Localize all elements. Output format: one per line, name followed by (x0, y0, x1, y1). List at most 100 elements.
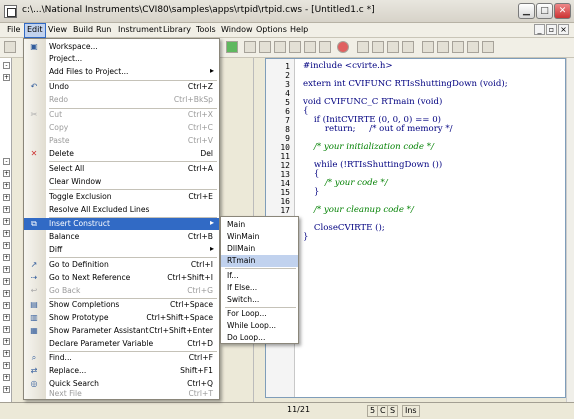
menu-item-insert-construct[interactable]: ⧉ Insert Construct ▸ (24, 218, 219, 230)
maximize-icon[interactable]: □ (536, 3, 553, 19)
toolbar-icon[interactable] (402, 41, 414, 53)
menu-item-replace[interactable]: ⇄ Replace... Shift+F1 (24, 365, 219, 377)
menu-build[interactable]: Build (73, 25, 93, 34)
submenu-item-dllmain[interactable]: DllMain (221, 243, 298, 255)
expand-icon[interactable]: + (3, 254, 10, 261)
minimize-icon[interactable]: ▁ (518, 3, 535, 19)
menu-item-copy[interactable]: Copy Ctrl+C (24, 122, 219, 134)
expand-icon[interactable]: + (3, 218, 10, 225)
expand-icon[interactable]: + (3, 290, 10, 297)
expand-icon[interactable]: + (3, 206, 10, 213)
mdi-close-icon[interactable]: × (558, 24, 569, 35)
mdi-minimize-icon[interactable]: _ (534, 24, 545, 35)
expand-icon[interactable]: + (3, 326, 10, 333)
toolbar-icon[interactable] (319, 41, 331, 53)
submenu-item-if-else[interactable]: If Else... (221, 282, 298, 294)
menu-item-toggle-exclusion[interactable]: Toggle Exclusion Ctrl+E (24, 191, 219, 203)
toolbar-icon[interactable] (482, 41, 494, 53)
expand-icon[interactable]: + (3, 278, 10, 285)
toolbar-icon[interactable] (467, 41, 479, 53)
submenu-item-do-loop[interactable]: Do Loop... (221, 332, 298, 344)
toolbar-icon[interactable] (289, 41, 301, 53)
menu-item-workspace[interactable]: ▣ Workspace... (24, 41, 219, 53)
expand-icon[interactable]: + (3, 182, 10, 189)
submenu-item-while-loop[interactable]: While Loop... (221, 320, 298, 332)
menu-item-select-all[interactable]: Select All Ctrl+A (24, 163, 219, 175)
menu-options[interactable]: Options (256, 25, 287, 34)
app-icon[interactable] (4, 5, 17, 18)
menu-item-go-to-next-reference[interactable]: ⇢ Go to Next Reference Ctrl+Shift+I (24, 272, 219, 284)
vertical-scrollbar[interactable] (566, 58, 574, 403)
expand-icon[interactable]: + (3, 362, 10, 369)
expand-icon[interactable]: + (3, 194, 10, 201)
stop-icon[interactable] (337, 41, 349, 53)
close-icon[interactable]: ✕ (554, 3, 571, 19)
submenu-item-switch[interactable]: Switch... (221, 294, 298, 306)
menu-item-balance[interactable]: Balance Ctrl+B (24, 231, 219, 243)
toolbar-icon[interactable] (387, 41, 399, 53)
menu-run[interactable]: Run (96, 25, 111, 34)
menu-item-parameter-assistant[interactable]: ▦ Show Parameter Assistant Ctrl+Shift+Ente… (24, 325, 219, 337)
line-number: 12 (280, 161, 290, 170)
expand-icon[interactable]: + (3, 242, 10, 249)
menu-item-cut[interactable]: ✂ Cut Ctrl+X (24, 109, 219, 121)
menu-item-go-to-definition[interactable]: ↗ Go to Definition Ctrl+I (24, 259, 219, 271)
menu-item-undo[interactable]: ↶ Undo Ctrl+Z (24, 81, 219, 93)
menu-file[interactable]: File (7, 25, 20, 34)
expand-icon[interactable]: + (3, 350, 10, 357)
run-icon[interactable] (226, 41, 238, 53)
menu-item-project[interactable]: Project... (24, 53, 219, 65)
menu-item-delete[interactable]: ✕ Delete Del (24, 148, 219, 160)
menu-item-go-back[interactable]: ↩ Go Back Ctrl+G (24, 285, 219, 297)
submenu-item-for-loop[interactable]: For Loop... (221, 308, 298, 320)
menu-library[interactable]: Library (163, 25, 191, 34)
submenu-item-rtmain[interactable]: RTmain (221, 255, 298, 267)
expand-icon[interactable]: + (3, 338, 10, 345)
project-tree[interactable]: - + - + + + + + + + + + + + + + + + + + … (0, 58, 12, 403)
expand-icon[interactable]: + (3, 374, 10, 381)
menu-item-declare-parameter[interactable]: Declare Parameter Variable Ctrl+D (24, 338, 219, 350)
expand-icon[interactable]: + (3, 266, 10, 273)
menu-item-clear-window[interactable]: Clear Window (24, 176, 219, 188)
toolbar-icon[interactable] (437, 41, 449, 53)
menu-item-show-completions[interactable]: ▤ Show Completions Ctrl+Space (24, 299, 219, 311)
menu-item-diff[interactable]: Diff ▸ (24, 244, 219, 256)
menu-item-show-prototype[interactable]: ▥ Show Prototype Ctrl+Shift+Space (24, 312, 219, 324)
submenu-item-main[interactable]: Main (221, 219, 298, 231)
toolbar-icon[interactable] (304, 41, 316, 53)
expand-icon[interactable]: + (3, 314, 10, 321)
toolbar-icon[interactable] (259, 41, 271, 53)
toolbar-icon[interactable] (422, 41, 434, 53)
submenu-item-if[interactable]: If... (221, 270, 298, 282)
menu-item-next-file[interactable]: Next File Ctrl+T (24, 388, 219, 400)
expand-icon[interactable]: - (3, 62, 10, 69)
source-editor[interactable]: 1 2 3 4 5 6 7 8 9 10 11 12 13 14 15 16 1… (265, 58, 566, 398)
menu-item-redo[interactable]: Redo Ctrl+BkSp (24, 94, 219, 106)
menu-window[interactable]: Window (221, 25, 253, 34)
toolbar-icon[interactable] (372, 41, 384, 53)
menu-item-paste[interactable]: Paste Ctrl+V (24, 135, 219, 147)
menu-instrument[interactable]: Instrument (118, 25, 162, 34)
toolbar-icon[interactable] (244, 41, 256, 53)
toolbar-icon[interactable] (452, 41, 464, 53)
toolbar-icon[interactable] (357, 41, 369, 53)
expand-icon[interactable]: + (3, 74, 10, 81)
expand-icon[interactable]: + (3, 386, 10, 393)
toolbar-icon[interactable] (4, 41, 16, 53)
line-number: 9 (285, 134, 290, 143)
mdi-restore-icon[interactable]: ▫ (546, 24, 557, 35)
menu-item-find[interactable]: ⌕ Find... Ctrl+F (24, 352, 219, 364)
menu-help[interactable]: Help (290, 25, 308, 34)
submenu-item-winmain[interactable]: WinMain (221, 231, 298, 243)
menu-item-add-files[interactable]: Add Files to Project... ▸ (24, 66, 219, 78)
expand-icon[interactable]: + (3, 302, 10, 309)
menu-edit[interactable]: Edit (24, 23, 46, 38)
expand-icon[interactable]: + (3, 230, 10, 237)
toolbar-icon[interactable] (274, 41, 286, 53)
menu-item-resolve-excluded[interactable]: Resolve All Excluded Lines (24, 204, 219, 216)
expand-icon[interactable]: - (3, 158, 10, 165)
menu-view[interactable]: View (48, 25, 67, 34)
menu-tools[interactable]: Tools (196, 25, 216, 34)
line-number: 4 (285, 89, 290, 98)
expand-icon[interactable]: + (3, 170, 10, 177)
